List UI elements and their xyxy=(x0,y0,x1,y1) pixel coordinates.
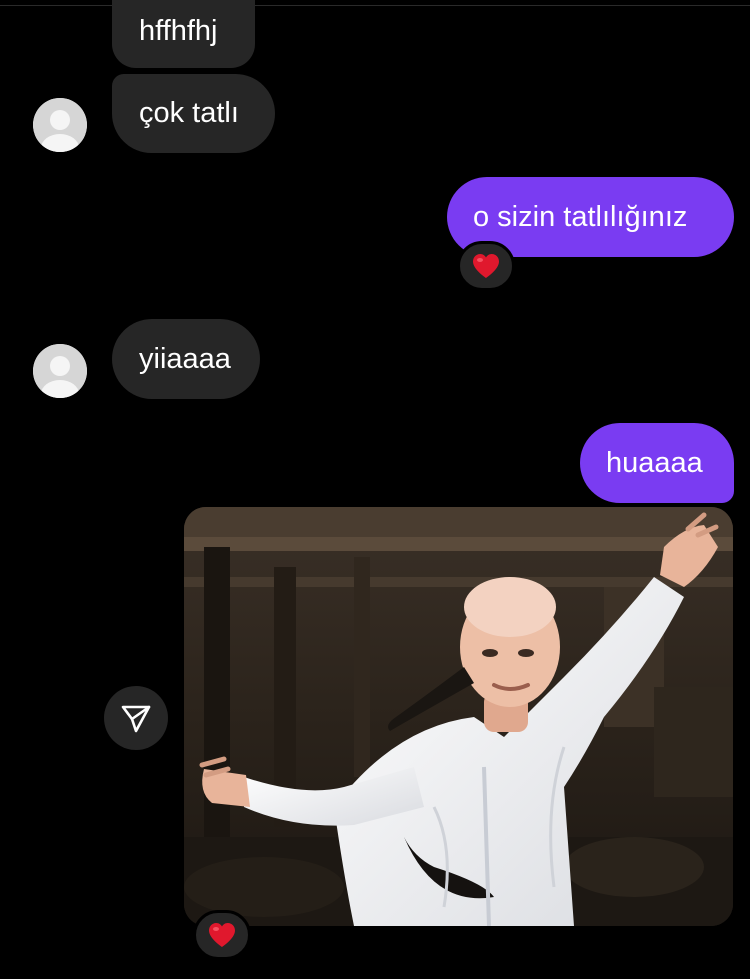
message-bubble-received[interactable]: çok tatlı xyxy=(112,74,275,153)
heart-emoji-icon xyxy=(473,254,499,278)
avatar[interactable] xyxy=(33,98,87,152)
heart-emoji-icon xyxy=(209,923,235,947)
photo-message[interactable] xyxy=(184,507,733,926)
default-avatar-icon xyxy=(33,98,87,152)
message-text: yiiaaaa xyxy=(139,342,231,375)
paper-plane-icon xyxy=(121,705,151,733)
share-button[interactable] xyxy=(104,686,168,750)
message-bubble-received[interactable]: yiiaaaa xyxy=(112,319,260,399)
default-avatar-icon xyxy=(33,344,87,398)
avatar[interactable] xyxy=(33,344,87,398)
message-bubble-received[interactable]: hffhfhj xyxy=(112,0,255,68)
reaction-badge[interactable] xyxy=(193,910,251,960)
message-bubble-sent[interactable]: huaaaa xyxy=(580,423,734,503)
photo-image xyxy=(184,507,733,926)
message-text: huaaaa xyxy=(606,446,703,479)
reaction-badge[interactable] xyxy=(457,241,515,291)
message-text: o sizin tatlılığınız xyxy=(473,200,688,233)
message-text: hffhfhj xyxy=(139,14,218,47)
message-text: çok tatlı xyxy=(139,97,239,129)
